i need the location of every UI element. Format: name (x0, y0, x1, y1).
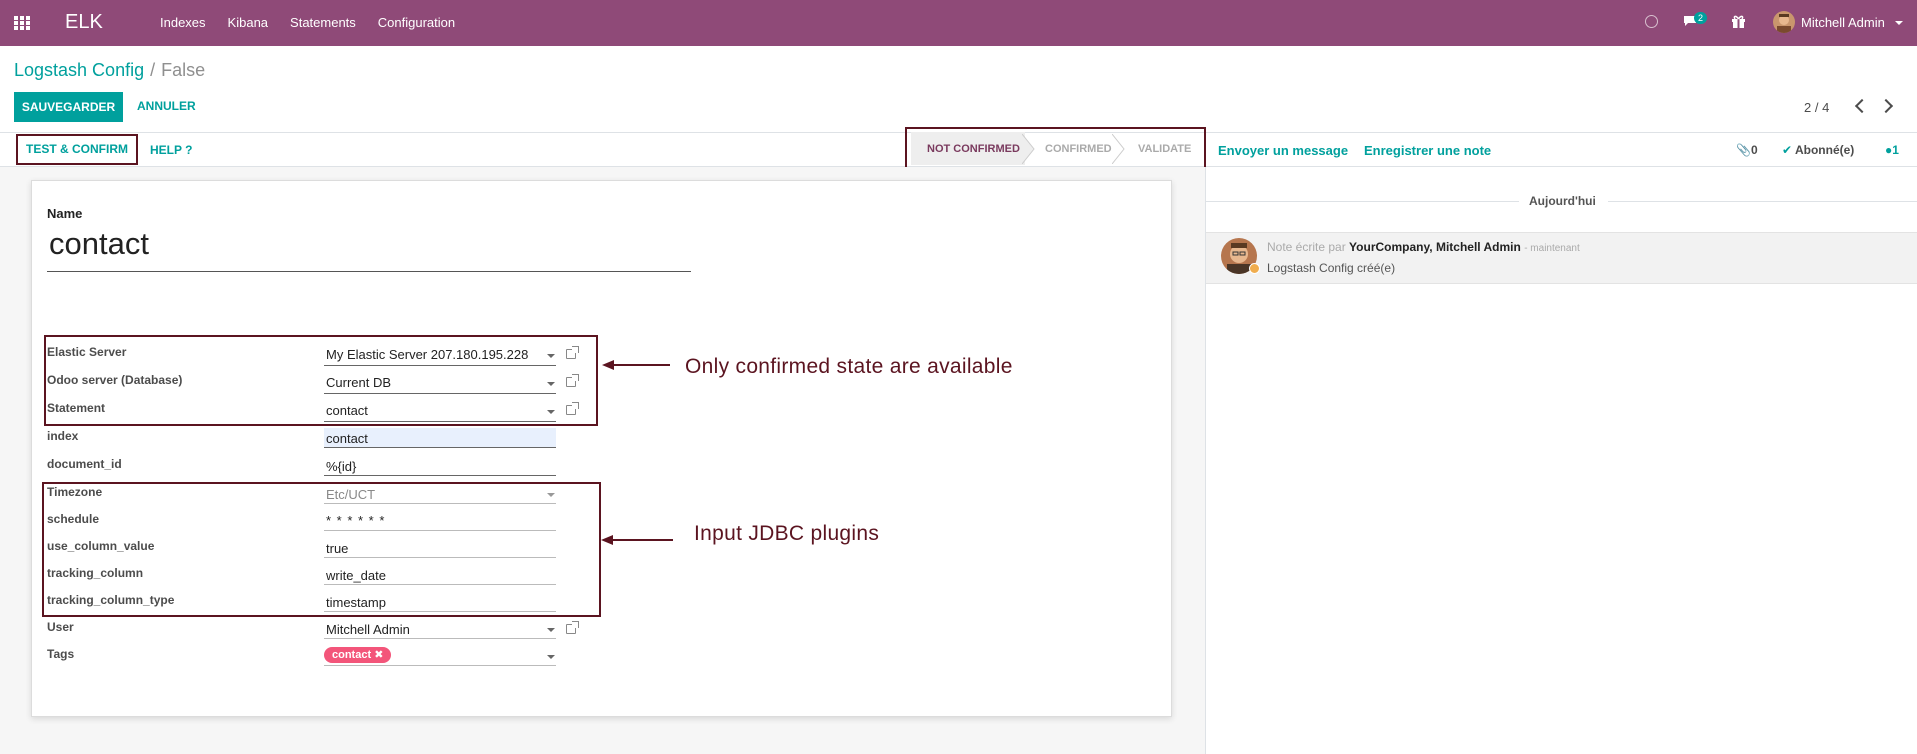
date-separator-line (1608, 201, 1917, 202)
annotation-text-jdbc: Input JDBC plugins (694, 522, 880, 545)
menu-item-statements[interactable]: Statements (290, 15, 356, 30)
annotation-text-confirmed: Only confirmed state are available (685, 355, 1013, 378)
test-confirm-button[interactable]: TEST & CONFIRM (16, 134, 138, 165)
annotation-box-relations (44, 335, 598, 426)
presence-status-icon (1249, 263, 1260, 274)
external-link-icon[interactable] (566, 621, 579, 634)
pager-next-icon[interactable] (1878, 98, 1894, 114)
index-input[interactable]: contact (326, 431, 368, 446)
app-brand[interactable]: ELK (65, 11, 103, 34)
annotation-arrow (610, 364, 670, 366)
cancel-button[interactable]: ANNULER (137, 99, 196, 113)
user-menu-name[interactable]: Mitchell Admin (1801, 15, 1885, 30)
breadcrumb-parent[interactable]: Logstash Config (14, 60, 144, 80)
log-note-button[interactable]: Enregistrer une note (1364, 143, 1491, 158)
user-menu-caret-icon[interactable] (1895, 21, 1903, 25)
messages-count-badge: 2 (1694, 12, 1708, 24)
date-separator-label: Aujourd'hui (1529, 194, 1596, 208)
activity-clock-icon[interactable] (1645, 15, 1658, 28)
tag-label: contact (332, 649, 372, 661)
user-avatar[interactable] (1773, 11, 1795, 33)
message-meta: Note écrite par YourCompany, Mitchell Ad… (1267, 240, 1580, 254)
field-label-user: User (47, 620, 74, 634)
field-underline (324, 447, 556, 448)
top-navbar: ELK Indexes Kibana Statements Configurat… (0, 0, 1917, 46)
user-select[interactable]: Mitchell Admin (326, 622, 410, 637)
tag-badge[interactable]: contact ✖ (324, 647, 392, 663)
document-id-input[interactable]: %{id} (326, 459, 356, 474)
menu-item-indexes[interactable]: Indexes (160, 15, 206, 30)
send-message-button[interactable]: Envoyer un message (1218, 143, 1348, 158)
breadcrumb-separator: / (150, 60, 156, 80)
name-underline (47, 271, 691, 272)
annotation-box-jdbc (42, 482, 601, 617)
name-input[interactable]: contact (49, 226, 149, 262)
name-label: Name (47, 206, 83, 221)
field-label-index: index (47, 429, 79, 443)
field-underline (324, 475, 556, 476)
menu-item-kibana[interactable]: Kibana (228, 15, 268, 30)
message-author[interactable]: YourCompany, Mitchell Admin (1349, 240, 1521, 254)
field-underline (324, 665, 556, 666)
form-sheet (31, 180, 1172, 717)
save-button[interactable]: SAUVEGARDER (14, 92, 123, 122)
date-separator-line (1206, 201, 1519, 202)
follow-button[interactable]: ✔ Abonné(e) (1782, 143, 1854, 157)
remove-tag-icon[interactable]: ✖ (374, 649, 383, 661)
annotation-arrow (609, 539, 673, 541)
gift-icon[interactable] (1731, 14, 1746, 29)
field-label-tags: Tags (47, 647, 75, 661)
field-underline (324, 638, 556, 639)
check-icon: ✔ (1782, 143, 1793, 157)
pager-previous-icon[interactable] (1854, 98, 1870, 114)
menu-item-configuration[interactable]: Configuration (378, 15, 455, 30)
message-time: - maintenant (1524, 243, 1580, 254)
chevron-down-icon[interactable] (547, 655, 555, 659)
help-button[interactable]: HELP ? (150, 143, 192, 157)
message-body: Logstash Config créé(e) (1267, 261, 1396, 275)
apps-menu-icon[interactable] (14, 16, 31, 31)
field-label-document-id: document_id (47, 457, 122, 471)
attachments-button[interactable]: 📎0 (1736, 143, 1758, 157)
main-menu: Indexes Kibana Statements Configuration (160, 15, 477, 30)
breadcrumb: Logstash Config / False (14, 60, 205, 81)
statusbar-annotation-box (905, 127, 1206, 170)
paperclip-icon: 📎 (1736, 143, 1751, 157)
breadcrumb-current: False (161, 60, 206, 80)
pager-value[interactable]: 2 / 4 (1804, 100, 1829, 115)
followers-button[interactable]: ●1 (1885, 143, 1899, 157)
chevron-down-icon[interactable] (547, 628, 555, 632)
